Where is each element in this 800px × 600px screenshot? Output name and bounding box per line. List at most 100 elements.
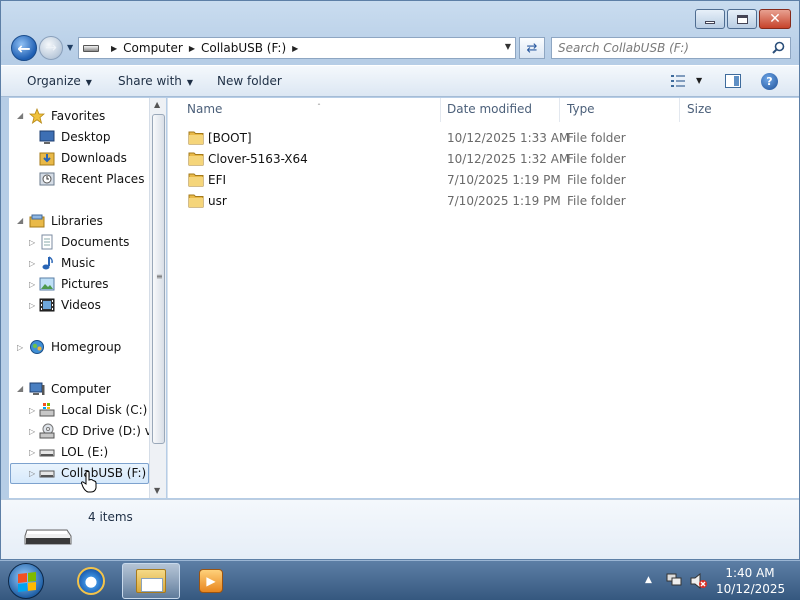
chevron-right-icon[interactable]: ▶	[292, 44, 298, 53]
organize-button[interactable]: Organize ▼	[27, 74, 92, 88]
media-player-icon: ▶	[199, 569, 223, 593]
views-dropdown-icon[interactable]: ▼	[696, 76, 702, 85]
collapse-libraries-icon[interactable]: ◢	[17, 216, 23, 225]
command-bar: Organize ▼ Share with ▼ New folder ▼ ?	[1, 65, 799, 97]
nav-homegroup-label: Homegroup	[51, 340, 122, 354]
nav-item-pictures[interactable]: Pictures	[39, 274, 109, 294]
refresh-button[interactable]: ⇄	[519, 37, 545, 59]
collapse-computer-icon[interactable]: ◢	[17, 384, 23, 393]
nav-item-documents[interactable]: Documents	[39, 232, 129, 252]
usb-drive-icon	[24, 529, 72, 545]
nav-computer[interactable]: Computer	[29, 379, 111, 399]
expand-pictures-icon[interactable]: ▷	[29, 280, 35, 289]
start-button[interactable]	[8, 563, 44, 599]
nav-favorites[interactable]: Favorites	[29, 106, 105, 126]
taskbar-windows-explorer[interactable]	[122, 563, 180, 599]
help-icon[interactable]: ?	[761, 73, 778, 90]
nav-item-videos[interactable]: Videos	[39, 295, 101, 315]
expand-local-disk-icon[interactable]: ▷	[29, 406, 35, 415]
taskbar: ▶ ▲ 1:40 AM 10/12/2025	[0, 560, 800, 600]
expand-collabusb-icon[interactable]: ▷	[29, 469, 35, 478]
expand-cd-drive-icon[interactable]: ▷	[29, 427, 35, 436]
file-date: 10/12/2025 1:32 AM	[447, 152, 570, 166]
nav-item-documents-label: Documents	[61, 235, 130, 249]
nav-libraries[interactable]: Libraries	[29, 211, 103, 231]
system-clock[interactable]: 1:40 AM 10/12/2025	[716, 565, 785, 597]
back-button[interactable]: ←	[11, 35, 37, 61]
scroll-up-icon[interactable]: ▲	[154, 100, 160, 109]
nav-item-recent-places[interactable]: Recent Places	[39, 169, 144, 189]
windows-logo-icon	[18, 572, 36, 592]
column-header-name[interactable]: ˆ Name	[179, 98, 441, 122]
file-row[interactable]: EFI 7/10/2025 1:19 PM File folder	[168, 170, 800, 191]
nav-item-music[interactable]: Music	[39, 253, 95, 273]
file-name: Clover-5163-X64	[208, 152, 308, 166]
nav-item-cd-drive[interactable]: CD Drive (D:) virt	[39, 421, 165, 441]
close-button[interactable]: ✕	[759, 9, 791, 29]
usb-drive-icon	[83, 44, 99, 52]
breadcrumb-computer[interactable]: Computer	[123, 41, 183, 55]
breadcrumb-collabusb[interactable]: CollabUSB (F:)	[201, 41, 286, 55]
file-name: [BOOT]	[208, 131, 252, 145]
expand-videos-icon[interactable]: ▷	[29, 301, 35, 310]
chevron-right-icon[interactable]: ▶	[189, 44, 195, 53]
column-header-size[interactable]: Size	[679, 98, 759, 122]
volume-muted-icon[interactable]	[690, 573, 708, 589]
nav-item-desktop[interactable]: Desktop	[39, 127, 111, 147]
expand-homegroup-icon[interactable]: ▷	[17, 343, 23, 352]
column-header-date[interactable]: Date modified	[439, 98, 560, 122]
network-icon[interactable]	[666, 573, 682, 587]
scrollbar-thumb[interactable]: ≡	[152, 114, 165, 444]
file-row[interactable]: Clover-5163-X64 10/12/2025 1:32 AM File …	[168, 149, 800, 170]
nav-item-downloads-label: Downloads	[61, 151, 127, 165]
nav-item-collabusb-label: CollabUSB (F:)	[61, 466, 147, 480]
views-icon[interactable]	[671, 75, 685, 87]
expand-documents-icon[interactable]: ▷	[29, 238, 35, 247]
minimize-button[interactable]	[695, 9, 725, 29]
address-dropdown-icon[interactable]: ▼	[505, 42, 511, 51]
search-input[interactable]: Search CollabUSB (F:)	[551, 37, 791, 59]
chevron-right-icon[interactable]: ▶	[111, 44, 117, 53]
title-bar[interactable]: ✕	[1, 1, 799, 35]
refresh-icon: ⇄	[526, 40, 538, 56]
new-folder-button[interactable]: New folder	[217, 74, 282, 88]
nav-item-local-disk[interactable]: Local Disk (C:)	[39, 400, 147, 420]
taskbar-media-player[interactable]: ▶	[182, 563, 240, 599]
preview-pane-icon[interactable]	[725, 74, 741, 88]
column-header-type[interactable]: Type	[559, 98, 680, 122]
file-list: ˆ Name Date modified Type Size [BOOT] 10…	[167, 98, 799, 498]
nav-item-lol-drive[interactable]: LOL (E:)	[39, 442, 108, 462]
downloads-icon	[39, 152, 55, 166]
nav-item-downloads[interactable]: Downloads	[39, 148, 127, 168]
maximize-button[interactable]	[727, 9, 757, 29]
scroll-down-icon[interactable]: ▼	[154, 486, 160, 495]
windows-explorer-icon	[136, 569, 166, 593]
show-hidden-icons-icon[interactable]: ▲	[645, 575, 652, 585]
file-type: File folder	[567, 152, 626, 166]
nav-homegroup[interactable]: Homegroup	[29, 337, 121, 357]
computer-icon	[29, 382, 45, 395]
folder-icon	[188, 131, 204, 145]
maximize-icon	[736, 14, 748, 24]
expand-music-icon[interactable]: ▷	[29, 259, 35, 268]
share-with-button[interactable]: Share with ▼	[118, 74, 193, 88]
file-row[interactable]: usr 7/10/2025 1:19 PM File folder	[168, 191, 800, 212]
search-icon[interactable]	[772, 41, 785, 54]
hand-cursor-icon	[81, 471, 97, 493]
recent-pages-dropdown[interactable]: ▼	[67, 43, 73, 52]
file-row[interactable]: [BOOT] 10/12/2025 1:33 AM File folder	[168, 128, 800, 149]
nav-scrollbar[interactable]: ▲ ≡ ▼	[149, 98, 166, 498]
folder-icon	[188, 152, 204, 166]
details-pane: 4 items	[1, 499, 799, 559]
nav-computer-label: Computer	[51, 382, 111, 396]
file-date: 7/10/2025 1:19 PM	[447, 173, 561, 187]
forward-button[interactable]: →	[39, 36, 63, 60]
nav-item-pictures-label: Pictures	[61, 277, 109, 291]
collapse-favorites-icon[interactable]: ◢	[17, 111, 23, 120]
expand-lol-drive-icon[interactable]: ▷	[29, 448, 35, 457]
address-bar[interactable]: ▶ Computer ▶ CollabUSB (F:) ▶ ▼	[78, 37, 516, 59]
nav-item-music-label: Music	[61, 256, 96, 270]
pictures-icon	[39, 277, 55, 291]
taskbar-internet-explorer[interactable]	[62, 563, 120, 599]
navigation-pane: ◢ Favorites Desktop Downloads Recent Pla…	[9, 98, 165, 498]
